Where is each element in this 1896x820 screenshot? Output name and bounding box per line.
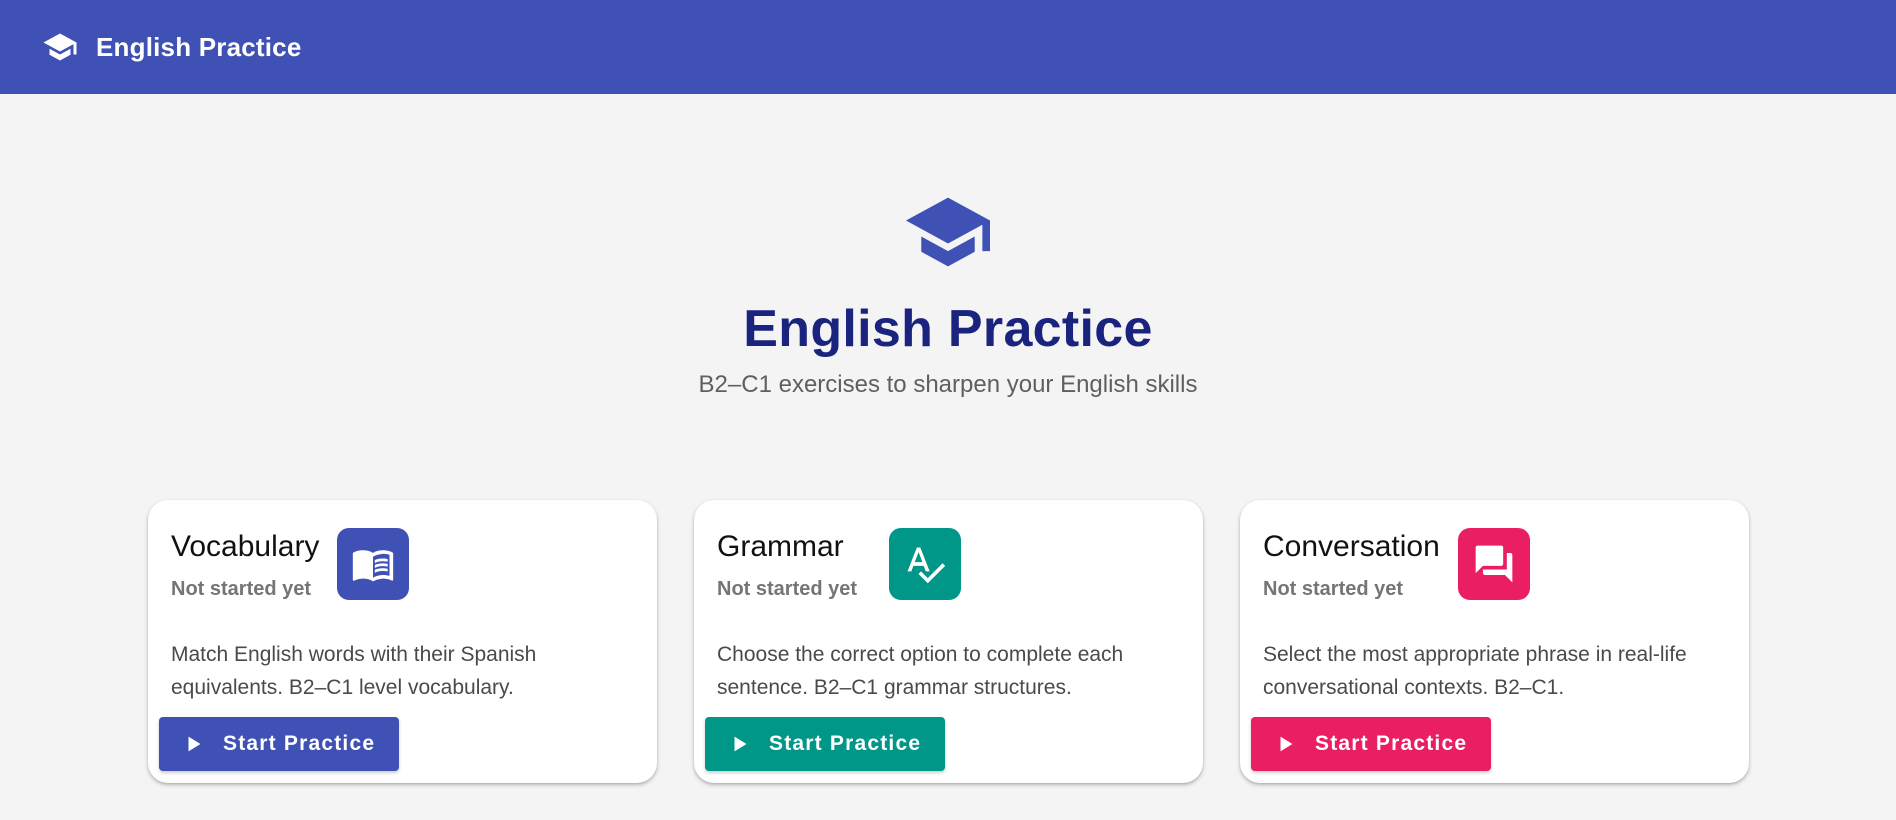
book-icon <box>337 528 410 600</box>
page-title: English Practice <box>743 300 1153 358</box>
grammar-card: Grammar Not started yet Choose the corre… <box>694 500 1203 783</box>
conversation-card: Conversation Not started yet Select the … <box>1240 500 1749 783</box>
play-icon <box>183 733 205 755</box>
spellcheck-icon <box>889 528 962 600</box>
card-header: Vocabulary Not started yet <box>171 528 410 601</box>
button-label: Start Practice <box>1315 732 1468 755</box>
card-header: Grammar Not started yet <box>717 528 962 601</box>
card-title: Conversation <box>1263 530 1440 563</box>
play-icon <box>729 733 751 755</box>
top-app-bar: English Practice <box>0 0 1896 94</box>
start-conversation-button[interactable]: Start Practice <box>1251 717 1492 771</box>
card-title: Grammar <box>717 530 844 563</box>
start-grammar-button[interactable]: Start Practice <box>705 717 946 771</box>
app-title: English Practice <box>96 31 302 62</box>
play-icon <box>1275 733 1297 755</box>
start-vocabulary-button[interactable]: Start Practice <box>159 717 400 771</box>
card-status: Not started yet <box>171 578 312 600</box>
page-subtitle: B2–C1 exercises to sharpen your English … <box>698 371 1198 398</box>
school-icon <box>906 194 990 270</box>
hero-section: English Practice B2–C1 exercises to shar… <box>0 194 1896 399</box>
card-status: Not started yet <box>1263 578 1404 600</box>
card-description: Match English words with their Spanish e… <box>171 643 537 699</box>
school-icon <box>42 29 78 65</box>
chat-bubbles-icon <box>1457 528 1530 600</box>
card-header: Conversation Not started yet <box>1263 528 1530 601</box>
button-label: Start Practice <box>769 732 922 755</box>
card-description: Select the most appropriate phrase in re… <box>1263 643 1687 699</box>
card-status: Not started yet <box>717 578 858 600</box>
button-label: Start Practice <box>223 732 376 755</box>
card-title: Vocabulary <box>171 530 320 563</box>
vocabulary-card: Vocabulary Not started yet Match English… <box>148 500 657 783</box>
card-description: Choose the correct option to complete ea… <box>717 643 1124 699</box>
exercise-cards: Vocabulary Not started yet Match English… <box>148 500 1749 783</box>
